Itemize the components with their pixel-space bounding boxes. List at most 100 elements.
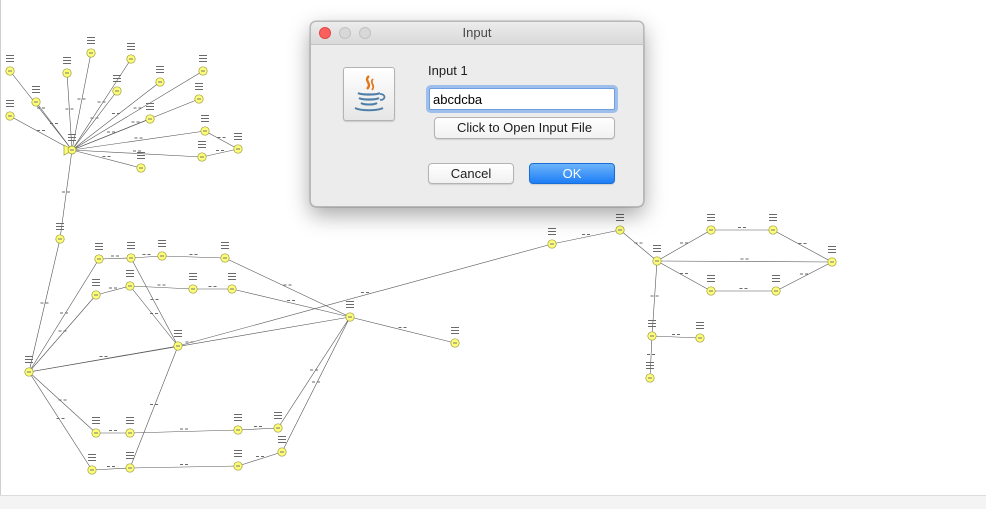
edge-label-mark bbox=[114, 430, 117, 431]
node-annotation-mark bbox=[696, 322, 704, 323]
graph-edge bbox=[281, 316, 351, 453]
node-annotation-mark bbox=[346, 301, 354, 302]
node-label-mark bbox=[34, 101, 38, 103]
node-annotation-mark bbox=[648, 320, 656, 321]
edge-label-mark bbox=[114, 287, 117, 289]
node-label-mark bbox=[618, 229, 622, 231]
edge-label-mark bbox=[116, 255, 119, 257]
node-annotation-mark bbox=[126, 455, 134, 456]
node-label-mark bbox=[128, 432, 132, 434]
node-annotation-mark bbox=[126, 276, 134, 277]
node-annotation-mark bbox=[195, 86, 203, 87]
edge-label-mark bbox=[133, 107, 137, 109]
edge-label-mark bbox=[798, 243, 802, 244]
node-annotation-mark bbox=[201, 115, 209, 116]
input-1-field[interactable] bbox=[429, 88, 615, 110]
edge-label-mark bbox=[40, 302, 44, 304]
open-input-file-button[interactable]: Click to Open Input File bbox=[434, 117, 615, 139]
maximize-window-button[interactable] bbox=[359, 27, 371, 39]
node-annotation-mark bbox=[616, 217, 624, 218]
input-dialog: Input Input 1 Click to Open Input File C… bbox=[310, 21, 644, 207]
edge-label-mark bbox=[107, 131, 110, 133]
node-annotation-mark bbox=[772, 281, 780, 282]
node-annotation-mark bbox=[92, 285, 100, 286]
node-annotation-mark bbox=[772, 275, 780, 276]
node-annotation-mark bbox=[189, 273, 197, 274]
close-window-button[interactable] bbox=[319, 27, 331, 39]
node-annotation-mark bbox=[648, 323, 656, 324]
node-annotation-mark bbox=[113, 75, 121, 76]
graph-edge bbox=[129, 429, 239, 434]
edge-label-mark bbox=[65, 108, 69, 110]
edge-label-mark bbox=[185, 428, 188, 430]
edge-label-mark bbox=[102, 156, 106, 157]
edge-label-mark bbox=[67, 191, 70, 193]
edge-label-mark bbox=[138, 150, 141, 152]
node-annotation-mark bbox=[234, 456, 242, 457]
minimize-window-button[interactable] bbox=[339, 27, 351, 39]
node-annotation-mark bbox=[126, 423, 134, 424]
edge-label-mark bbox=[221, 150, 224, 151]
graph-edge bbox=[95, 285, 131, 296]
cancel-button[interactable]: Cancel bbox=[428, 163, 514, 184]
dialog-titlebar[interactable]: Input bbox=[311, 22, 643, 45]
node-annotation-mark bbox=[137, 158, 145, 159]
graph-edge bbox=[66, 72, 73, 151]
node-annotation-mark bbox=[274, 412, 282, 413]
edge-label-mark bbox=[740, 258, 744, 260]
node-annotation-mark bbox=[653, 251, 661, 252]
graph-edge bbox=[349, 316, 456, 344]
node-annotation-mark bbox=[87, 40, 95, 41]
edge-label-mark bbox=[133, 150, 136, 152]
ok-button[interactable]: OK bbox=[529, 163, 615, 184]
node-annotation-mark bbox=[234, 417, 242, 418]
java-cup-icon bbox=[343, 67, 395, 121]
edge-label-mark bbox=[142, 254, 146, 255]
edge-label-mark bbox=[65, 312, 68, 314]
node-annotation-mark bbox=[56, 226, 64, 227]
node-annotation-mark bbox=[234, 453, 242, 454]
node-annotation-mark bbox=[127, 248, 135, 249]
node-annotation-mark bbox=[199, 55, 207, 56]
node-annotation-mark bbox=[32, 92, 40, 93]
node-annotation-mark bbox=[56, 229, 64, 230]
node-annotation-mark bbox=[146, 103, 154, 104]
node-label-mark bbox=[648, 377, 652, 379]
node-annotation-mark bbox=[127, 46, 135, 47]
node-annotation-mark bbox=[451, 333, 459, 334]
node-annotation-mark bbox=[174, 336, 182, 337]
edge-label-mark bbox=[112, 131, 115, 133]
edge-label-mark bbox=[738, 227, 741, 228]
node-annotation-mark bbox=[274, 418, 282, 419]
node-annotation-mark bbox=[616, 214, 624, 215]
node-annotation-mark bbox=[548, 231, 556, 232]
node-annotation-mark bbox=[201, 121, 209, 122]
edge-label-mark bbox=[99, 356, 103, 357]
graph-edge bbox=[177, 243, 553, 347]
node-annotation-mark bbox=[278, 442, 286, 443]
node-annotation-mark bbox=[234, 133, 242, 134]
edge-label-mark bbox=[283, 284, 287, 286]
graph-edge bbox=[204, 130, 239, 150]
node-annotation-mark bbox=[146, 109, 154, 110]
node-annotation-mark bbox=[769, 214, 777, 215]
edge-label-mark bbox=[739, 288, 743, 289]
node-annotation-mark bbox=[278, 436, 286, 437]
node-annotation-mark bbox=[696, 328, 704, 329]
node-annotation-mark bbox=[127, 49, 135, 50]
edge-label-mark bbox=[37, 130, 40, 131]
node-annotation-mark bbox=[156, 66, 164, 67]
edge-label-mark bbox=[582, 234, 585, 235]
node-label-mark bbox=[223, 257, 227, 259]
graph-edge bbox=[161, 255, 226, 259]
edge-label-mark bbox=[185, 341, 189, 343]
graph-edge bbox=[649, 335, 653, 379]
graph-edge bbox=[277, 316, 351, 429]
edge-label-mark bbox=[111, 255, 114, 257]
node-annotation-mark bbox=[127, 245, 135, 246]
node-label-mark bbox=[90, 469, 94, 471]
node-label-mark bbox=[201, 70, 205, 72]
edge-label-mark bbox=[95, 117, 99, 119]
edge-label-mark bbox=[677, 334, 680, 335]
node-annotation-mark bbox=[234, 414, 242, 415]
